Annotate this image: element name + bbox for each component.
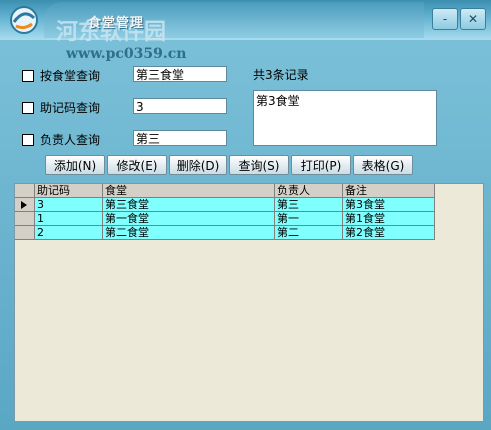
close-button[interactable]: ✕ — [460, 8, 486, 30]
manager-search-input[interactable]: 第三 — [133, 130, 227, 146]
cell-code[interactable]: 3 — [35, 198, 103, 212]
column-header-canteen[interactable]: 食堂 — [103, 184, 275, 198]
app-logo-icon — [10, 6, 38, 34]
search-by-code-label: 助记码查询 — [40, 101, 101, 115]
delete-button[interactable]: 删除(D) — [169, 155, 227, 175]
search-by-code-checkbox[interactable] — [22, 101, 34, 114]
print-button[interactable]: 打印(P) — [291, 155, 351, 175]
code-search-input[interactable]: 3 — [133, 98, 227, 114]
cell-code[interactable]: 2 — [35, 226, 103, 240]
table-button[interactable]: 表格(G) — [353, 155, 413, 175]
cell-remark[interactable]: 第3食堂 — [343, 198, 435, 212]
table-row[interactable]: 3 第三食堂 第三 第3食堂 — [15, 198, 435, 212]
row-indicator-header — [15, 184, 35, 198]
row-indicator — [15, 212, 35, 226]
row-indicator — [15, 226, 35, 240]
data-grid[interactable]: 助记码 食堂 负责人 备注 3 第三食堂 第三 第3食堂 1 第一食堂 第一 第… — [14, 183, 484, 422]
minimize-button[interactable]: - — [432, 8, 458, 30]
column-header-remark[interactable]: 备注 — [343, 184, 435, 198]
current-row-pointer-icon — [15, 198, 35, 212]
cell-canteen[interactable]: 第三食堂 — [103, 198, 275, 212]
action-toolbar: 添加(N) 修改(E) 删除(D) 查询(S) 打印(P) 表格(G) — [45, 155, 413, 175]
search-by-code-row: 助记码查询 — [22, 99, 100, 116]
cell-remark[interactable]: 第2食堂 — [343, 226, 435, 240]
cell-remark[interactable]: 第1食堂 — [343, 212, 435, 226]
cell-canteen[interactable]: 第二食堂 — [103, 226, 275, 240]
add-button[interactable]: 添加(N) — [45, 155, 105, 175]
query-button[interactable]: 查询(S) — [229, 155, 289, 175]
canteen-window: 河东软件园 食堂管理 - ✕ www.pc0359.cn 按食堂查询 第三食堂 … — [0, 0, 491, 430]
cell-manager[interactable]: 第二 — [275, 226, 343, 240]
column-header-code[interactable]: 助记码 — [35, 184, 103, 198]
edit-button[interactable]: 修改(E) — [107, 155, 167, 175]
watermark-url: www.pc0359.cn — [66, 46, 187, 62]
cell-canteen[interactable]: 第一食堂 — [103, 212, 275, 226]
search-by-name-row: 按食堂查询 — [22, 67, 100, 84]
table-row[interactable]: 2 第二食堂 第二 第2食堂 — [15, 226, 435, 240]
cell-manager[interactable]: 第三 — [275, 198, 343, 212]
memo-textarea[interactable]: 第3食堂 — [253, 90, 437, 146]
title-bar[interactable]: 河东软件园 食堂管理 - ✕ — [0, 0, 491, 45]
column-header-manager[interactable]: 负责人 — [275, 184, 343, 198]
search-by-name-label: 按食堂查询 — [40, 69, 101, 83]
search-by-manager-row: 负责人查询 — [22, 131, 100, 148]
record-count: 共3条记录 — [253, 68, 309, 82]
search-by-manager-checkbox[interactable] — [22, 133, 34, 146]
search-by-manager-label: 负责人查询 — [40, 133, 101, 147]
cell-code[interactable]: 1 — [35, 212, 103, 226]
table-row[interactable]: 1 第一食堂 第一 第1食堂 — [15, 212, 435, 226]
window-title: 食堂管理 — [88, 16, 145, 31]
grid-header: 助记码 食堂 负责人 备注 — [15, 184, 435, 198]
name-search-input[interactable]: 第三食堂 — [133, 66, 227, 82]
cell-manager[interactable]: 第一 — [275, 212, 343, 226]
search-by-name-checkbox[interactable] — [22, 69, 34, 82]
